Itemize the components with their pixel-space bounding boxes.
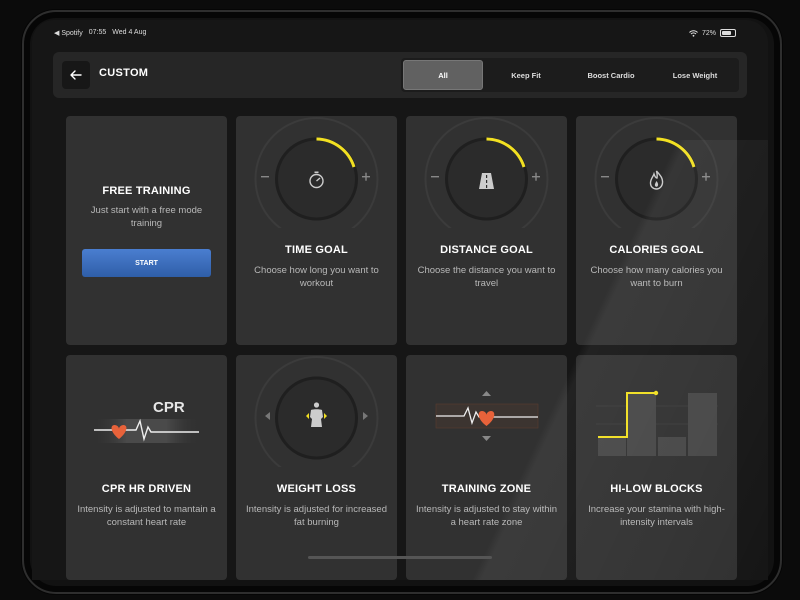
- distance-dial: [424, 117, 549, 228]
- cpr-graphic: [94, 418, 199, 443]
- card-title: DISTANCE GOAL: [440, 244, 533, 256]
- card-description: Intensity is adjusted to stay within a h…: [416, 504, 557, 528]
- plus-button[interactable]: [702, 172, 710, 181]
- card-title: FREE TRAINING: [102, 185, 191, 197]
- arrow-left-icon[interactable]: [265, 412, 270, 420]
- card-title: TRAINING ZONE: [441, 483, 532, 495]
- card-title: HI-LOW BLOCKS: [610, 483, 703, 495]
- card-cpr-hr-driven[interactable]: CPR CPR HR DRIVEN Intensity is adjusted …: [66, 355, 227, 580]
- card-description: Choose how many calories you want to bur…: [590, 265, 723, 289]
- card-description: Choose how long you want to workout: [254, 265, 379, 289]
- plus-button[interactable]: [532, 172, 540, 181]
- battery-percent: 72%: [701, 29, 716, 37]
- wifi-icon: [689, 29, 698, 37]
- card-description: Intensity is adjusted to mantain a const…: [77, 504, 216, 528]
- cpr-label: CPR: [153, 399, 185, 416]
- status-date: Wed 4 Aug: [112, 29, 147, 36]
- back-button[interactable]: [62, 61, 90, 89]
- card-hi-low-blocks[interactable]: HI-LOW BLOCKS Increase your stamina with…: [576, 355, 737, 580]
- tab-boost-cardio[interactable]: Boost Cardio: [569, 60, 653, 90]
- tab-all[interactable]: All: [403, 60, 483, 90]
- card-title: CPR HR DRIVEN: [101, 483, 192, 495]
- home-indicator[interactable]: [308, 556, 492, 559]
- battery-icon: [720, 29, 736, 37]
- card-time-goal[interactable]: TIME GOAL Choose how long you want to wo…: [236, 116, 397, 345]
- card-distance-goal[interactable]: DISTANCE GOAL Choose the distance you wa…: [406, 116, 567, 345]
- tab-lose-weight[interactable]: Lose Weight: [653, 60, 737, 90]
- minus-button[interactable]: [601, 176, 609, 178]
- card-description: Intensity is adjusted for increased fat …: [246, 504, 387, 528]
- card-title: CALORIES GOAL: [609, 244, 704, 256]
- screen: ◀ Spotify 07:55 Wed 4 Aug 72% CUSTOM All…: [32, 20, 768, 580]
- blocks-icon: [596, 390, 718, 456]
- filter-tabs: All Keep Fit Boost Cardio Lose Weight: [401, 58, 739, 92]
- card-training-zone[interactable]: TRAINING ZONE Intensity is adjusted to s…: [406, 355, 567, 580]
- tab-keep-fit[interactable]: Keep Fit: [483, 60, 569, 90]
- card-title: TIME GOAL: [285, 244, 348, 256]
- minus-button[interactable]: [431, 176, 439, 178]
- card-description: Choose the distance you want to travel: [417, 265, 556, 289]
- arrow-left-icon: [70, 70, 82, 80]
- card-title: WEIGHT LOSS: [276, 483, 357, 495]
- card-free-training[interactable]: FREE TRAINING Just start with a free mod…: [66, 116, 227, 345]
- card-description: Just start with a free mode training: [90, 205, 203, 229]
- page-title: CUSTOM: [99, 67, 149, 79]
- zone-graphic: [435, 391, 539, 441]
- minus-button[interactable]: [261, 176, 269, 178]
- card-description: Increase your stamina with high-intensit…: [588, 504, 725, 528]
- status-time: 07:55: [88, 29, 107, 36]
- plus-button[interactable]: [362, 172, 370, 181]
- card-calories-goal[interactable]: CALORIES GOAL Choose how many calories y…: [576, 116, 737, 345]
- status-bar: ◀ Spotify 07:55 Wed 4 Aug 72%: [32, 20, 768, 42]
- weight-dial: [254, 356, 379, 467]
- arrow-right-icon[interactable]: [363, 412, 368, 420]
- calories-dial: [594, 117, 719, 228]
- header-bar: CUSTOM All Keep Fit Boost Cardio Lose We…: [53, 52, 747, 98]
- time-dial: [254, 117, 379, 228]
- card-weight-loss[interactable]: WEIGHT LOSS Intensity is adjusted for in…: [236, 355, 397, 580]
- start-button[interactable]: START: [82, 249, 211, 277]
- back-to-app-link[interactable]: ◀ Spotify: [54, 29, 83, 37]
